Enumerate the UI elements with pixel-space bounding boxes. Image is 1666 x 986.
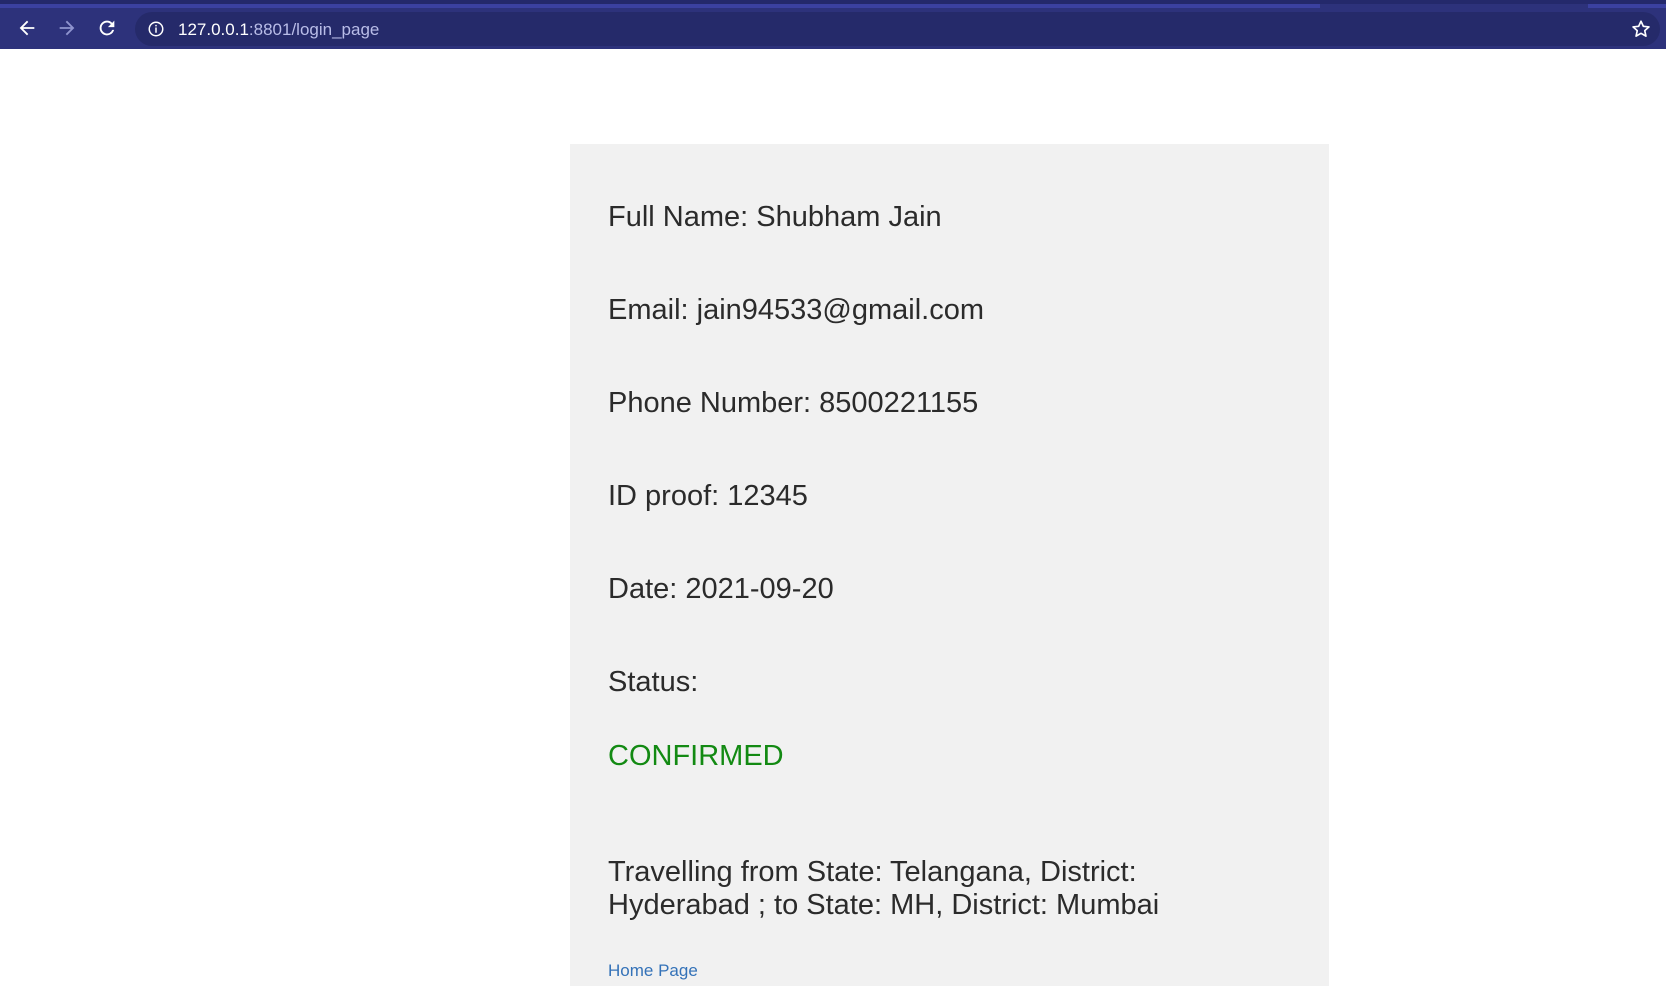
phone-number-text: Phone Number: 8500221155 xyxy=(608,387,979,419)
star-icon[interactable] xyxy=(1630,18,1652,40)
booking-details-card: Full Name: Shubham Jain Email: jain94533… xyxy=(570,144,1329,986)
address-bar[interactable]: 127.0.0.1:8801/login_page xyxy=(135,12,1660,46)
back-button[interactable] xyxy=(12,13,42,43)
status-label: Status: xyxy=(608,666,699,698)
info-icon[interactable] xyxy=(147,20,165,38)
url-path: :8801/login_page xyxy=(248,20,380,39)
forward-arrow-icon xyxy=(59,20,75,36)
url-host: 127.0.0.1 xyxy=(178,20,249,39)
forward-button[interactable] xyxy=(52,13,82,43)
url-text[interactable]: 127.0.0.1:8801/login_page xyxy=(178,20,379,40)
reload-button[interactable] xyxy=(92,13,122,43)
full-name-text: Full Name: Shubham Jain xyxy=(608,201,942,233)
travel-route-text: Travelling from State: Telangana, Distri… xyxy=(608,856,1160,921)
email-text: Email: jain94533@gmail.com xyxy=(608,294,984,326)
status-badge: CONFIRMED xyxy=(608,740,784,772)
reload-icon xyxy=(99,20,115,36)
tab-strip-edge xyxy=(0,4,1320,8)
tab-strip-edge xyxy=(1588,4,1666,8)
date-text: Date: 2021-09-20 xyxy=(608,573,834,605)
back-arrow-icon xyxy=(19,20,35,36)
id-proof-text: ID proof: 12345 xyxy=(608,480,808,512)
home-page-link[interactable]: Home Page xyxy=(608,961,698,981)
browser-toolbar: 127.0.0.1:8801/login_page xyxy=(0,0,1666,49)
